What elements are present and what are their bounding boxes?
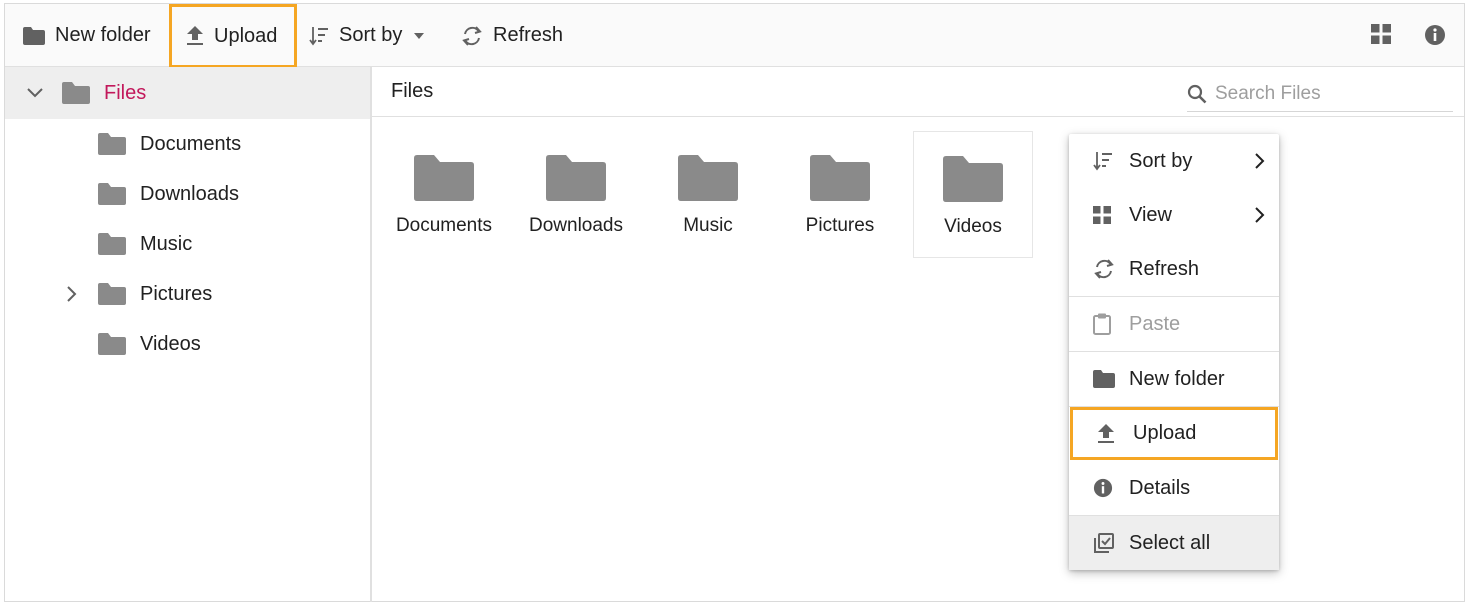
- chevron-down-icon: [414, 32, 425, 39]
- refresh-icon: [1094, 259, 1114, 279]
- context-menu-label: Refresh: [1129, 257, 1200, 280]
- tree-node-videos[interactable]: Videos: [5, 319, 370, 369]
- context-menu-paste[interactable]: Paste: [1069, 297, 1279, 351]
- grid-view-button[interactable]: [1371, 24, 1391, 49]
- folder-icon: [414, 155, 474, 201]
- folder-icon: [1093, 370, 1115, 388]
- folder-tile-label: Videos: [944, 216, 1002, 237]
- upload-icon: [187, 26, 203, 45]
- folder-icon: [98, 133, 126, 155]
- details-button[interactable]: [1424, 24, 1446, 51]
- tree-node-label: Files: [104, 81, 147, 104]
- refresh-button[interactable]: Refresh: [461, 4, 563, 67]
- folder-tile-label: Documents: [395, 215, 493, 236]
- tree-node-label: Pictures: [140, 282, 213, 305]
- toolbar: New folder Upload Sort by Refresh: [5, 4, 1464, 68]
- search-field[interactable]: [1187, 77, 1453, 112]
- sort-icon: [309, 26, 328, 45]
- tree-node-label: Videos: [140, 332, 201, 355]
- info-icon: [1425, 25, 1445, 45]
- context-menu-new-folder[interactable]: New folder: [1069, 352, 1279, 406]
- chevron-right-icon[interactable]: [67, 286, 77, 302]
- context-menu: Sort by View Refresh Paste New folder Up…: [1069, 134, 1279, 570]
- refresh-label: Refresh: [493, 24, 564, 46]
- folder-tile[interactable]: Downloads: [516, 131, 636, 258]
- folder-icon: [62, 82, 90, 104]
- chevron-right-icon: [1255, 153, 1265, 169]
- tree-node-downloads[interactable]: Downloads: [5, 169, 370, 219]
- upload-icon: [1098, 423, 1114, 443]
- breadcrumb[interactable]: Files: [391, 80, 433, 103]
- tree-node-label: Documents: [140, 132, 242, 155]
- folder-tile[interactable]: Music: [648, 131, 768, 258]
- folder-icon: [98, 283, 126, 305]
- search-icon: [1187, 84, 1207, 104]
- info-icon: [1093, 478, 1113, 498]
- upload-button[interactable]: Upload: [169, 4, 297, 68]
- sort-by-label: Sort by: [339, 24, 403, 46]
- folder-icon: [98, 233, 126, 255]
- folder-tile[interactable]: Pictures: [780, 131, 900, 258]
- grid-view-icon: [1371, 24, 1391, 44]
- tree-node-files[interactable]: Files: [5, 67, 370, 119]
- folder-tile-label: Pictures: [805, 215, 875, 236]
- navigation-pane: Files Documents Downloads Music Pictures…: [5, 67, 372, 602]
- refresh-icon: [462, 25, 482, 46]
- context-menu-view[interactable]: View: [1069, 188, 1279, 242]
- context-menu-select-all[interactable]: Select all: [1069, 516, 1279, 570]
- clipboard-icon: [1093, 313, 1111, 335]
- folder-icon: [810, 155, 870, 201]
- folder-icon: [98, 333, 126, 355]
- select-all-icon: [1094, 533, 1114, 553]
- context-menu-label: Select all: [1129, 531, 1211, 554]
- folder-icon: [98, 183, 126, 205]
- new-folder-button[interactable]: New folder: [23, 4, 151, 67]
- grid-view-icon: [1093, 206, 1111, 224]
- context-menu-label: Upload: [1133, 422, 1197, 444]
- context-menu-upload[interactable]: Upload: [1070, 407, 1278, 460]
- breadcrumb-bar: Files: [372, 67, 1464, 117]
- tree-node-documents[interactable]: Documents: [5, 119, 370, 169]
- tree-node-label: Downloads: [140, 182, 239, 205]
- context-menu-details[interactable]: Details: [1069, 461, 1279, 515]
- folder-tile[interactable]: Documents: [384, 131, 504, 258]
- new-folder-label: New folder: [55, 24, 151, 46]
- tree-node-pictures[interactable]: Pictures: [5, 269, 370, 319]
- context-menu-label: New folder: [1129, 367, 1225, 390]
- context-menu-label: Paste: [1129, 312, 1181, 335]
- chevron-right-icon: [1255, 207, 1265, 223]
- chevron-down-icon[interactable]: [27, 88, 43, 98]
- folder-icon: [546, 155, 606, 201]
- context-menu-label: Sort by: [1129, 149, 1193, 172]
- content-pane: Files Documents Downloads Music Pictures…: [372, 67, 1464, 602]
- folder-icon: [23, 26, 45, 45]
- folder-icon: [678, 155, 738, 201]
- context-menu-refresh[interactable]: Refresh: [1069, 242, 1279, 296]
- folder-icon: [943, 156, 1003, 202]
- sort-by-button[interactable]: Sort by: [309, 4, 425, 67]
- context-menu-label: Details: [1129, 476, 1191, 499]
- tree-node-music[interactable]: Music: [5, 219, 370, 269]
- context-menu-label: View: [1129, 203, 1172, 226]
- folder-tile-label: Music: [683, 215, 733, 236]
- folder-tile-label: Downloads: [529, 215, 623, 236]
- folder-tile-selected[interactable]: Videos: [913, 131, 1033, 258]
- sort-icon: [1093, 152, 1112, 171]
- upload-label: Upload: [214, 24, 278, 47]
- tree-node-label: Music: [140, 232, 193, 255]
- search-input[interactable]: [1215, 83, 1435, 105]
- context-menu-sort-by[interactable]: Sort by: [1069, 134, 1279, 188]
